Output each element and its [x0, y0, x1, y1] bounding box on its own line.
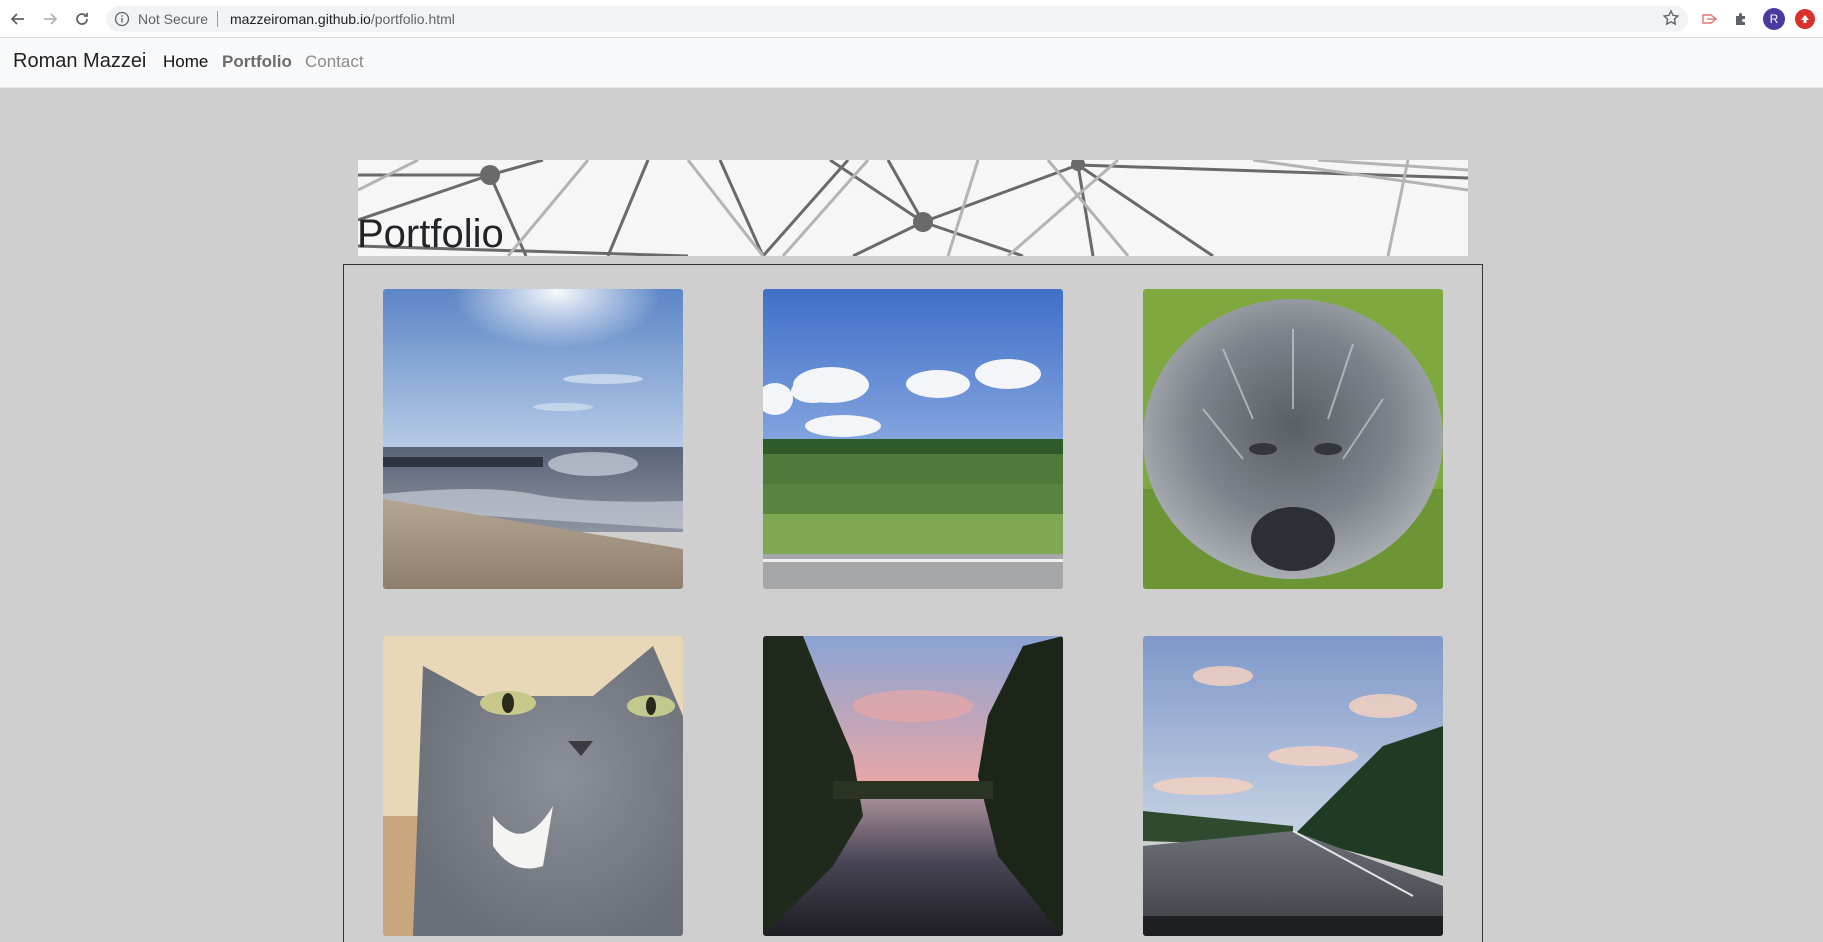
reload-icon[interactable] [71, 8, 93, 30]
browser-toolbar: Not Secure mazzeiroman.github.io/portfol… [0, 0, 1823, 38]
avatar[interactable]: R [1763, 8, 1785, 30]
security-label: Not Secure [138, 11, 209, 27]
back-arrow-icon[interactable] [7, 8, 29, 30]
photo-river-sunset[interactable] [763, 636, 1063, 936]
photo-beach[interactable] [383, 289, 683, 589]
nav-contact-link[interactable]: Contact [305, 52, 364, 72]
photo-cat[interactable] [383, 636, 683, 936]
extension-icon[interactable] [1700, 9, 1720, 29]
photo-gallery [343, 264, 1483, 942]
page-title: Portfolio [357, 212, 504, 256]
url-host: mazzeiroman.github.io [230, 11, 371, 27]
forward-arrow-icon[interactable] [39, 8, 61, 30]
brand-link[interactable]: Roman Mazzei [13, 50, 146, 73]
divider [217, 11, 218, 27]
site-navbar: Roman Mazzei Home Portfolio Contact [0, 38, 1823, 88]
url-text[interactable]: mazzeiroman.github.io/portfolio.html [230, 11, 455, 27]
address-bar[interactable]: Not Secure mazzeiroman.github.io/portfol… [106, 6, 1688, 32]
photo-field[interactable] [763, 289, 1063, 589]
info-icon[interactable] [114, 11, 130, 32]
photo-dog[interactable] [1143, 289, 1443, 589]
puzzle-icon[interactable] [1731, 9, 1751, 29]
update-icon[interactable] [1795, 9, 1815, 29]
nav-portfolio-link[interactable]: Portfolio [222, 52, 292, 72]
photo-highway-sky[interactable] [1143, 636, 1443, 936]
nav-home-link[interactable]: Home [163, 52, 208, 72]
network-pattern [358, 160, 1468, 256]
star-icon[interactable] [1662, 9, 1680, 32]
portfolio-banner [358, 160, 1468, 256]
url-path: /portfolio.html [370, 11, 455, 27]
